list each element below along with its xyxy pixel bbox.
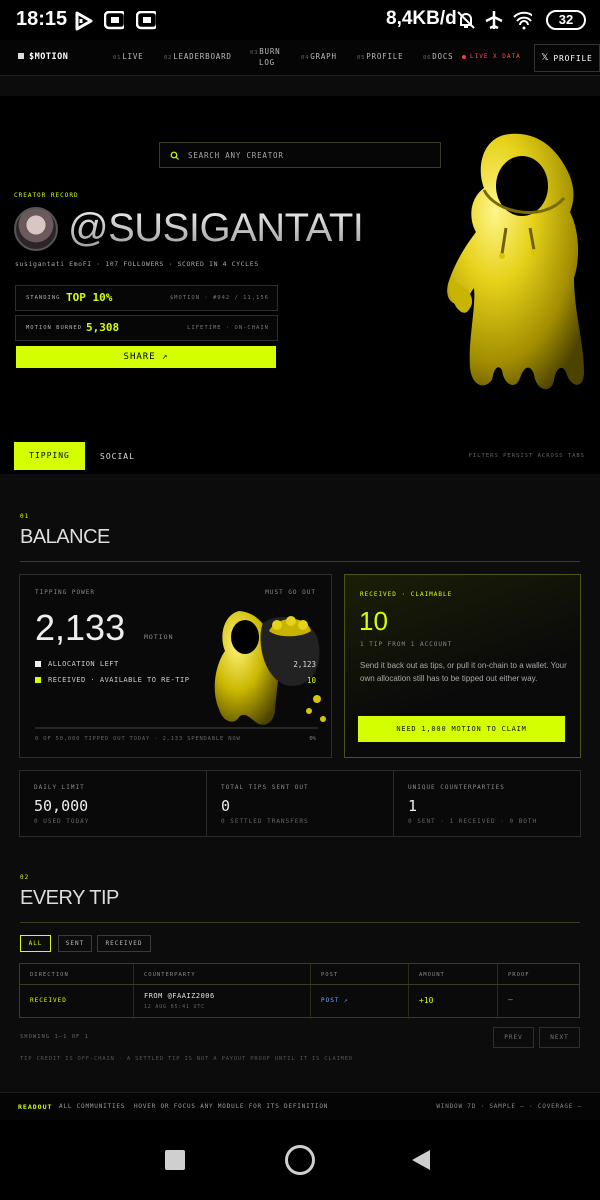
filter-sent[interactable]: SENT [58,935,92,952]
battery-indicator: 32 [546,10,586,30]
received-value: 10 [306,676,316,685]
brand-logo-icon [18,53,24,59]
claimable-value: 10 [359,606,388,636]
profile-button[interactable]: 𝕏 PROFILE [534,44,600,72]
youtube-icon-2 [136,11,156,30]
live-dot-icon [462,55,466,59]
creator-handle: @SUSIGANTATI [68,206,364,250]
pagination-summary: SHOWING 1–1 OF 1 [20,1034,89,1040]
network-speed: 8,4KB/d [386,8,457,29]
received-legend-swatch [35,677,41,683]
nav-item-leaderboard[interactable]: 02LEADERBOARD [164,52,232,61]
balance-title: BALANCE [20,526,110,548]
share-button[interactable]: SHARE ↗ [16,346,276,368]
airplane-icon [485,11,503,30]
hooded-mascot-illustration [447,133,584,390]
claim-button[interactable]: NEED 1,000 MOTION TO CLAIM [358,716,565,742]
live-data-label: LIVE X DATA [470,53,521,60]
tab-social[interactable]: SOCIAL [100,452,135,461]
balance-section-number: 01 [20,513,30,520]
nav-item-live[interactable]: 01LIVE [113,52,144,61]
claim-description: Send it back out as tips, or pull it on-… [360,661,567,683]
creator-search[interactable]: SEARCH ANY CREATOR [159,142,441,168]
creator-record-label: CREATOR RECORD [14,192,79,199]
search-input[interactable]: SEARCH ANY CREATOR [188,151,284,160]
top-nav: $MOTION 01LIVE 02LEADERBOARD 03BURN LOG 0… [0,40,600,76]
allocation-value: 2,123 [293,660,316,669]
nav-item-burn-log[interactable]: 03BURN LOG [250,47,281,67]
burned-row: MOTION BURNED 5,308 LIFETIME · ON-CHAIN [15,315,278,341]
clock: 18:15 [16,8,68,30]
tabs-note: FILTERS PERSIST ACROSS TABS [468,453,585,459]
next-button[interactable]: NEXT [539,1027,580,1048]
nav-item-graph[interactable]: 04GRAPH [301,52,337,61]
tips-disclaimer: TIP CREDIT IS OFF-CHAIN · A SETTLED TIP … [20,1056,354,1062]
nav-item-profile[interactable]: 05PROFILE [357,52,403,61]
tab-tipping[interactable]: TIPPING [14,442,85,470]
tipped-progress-track [35,727,318,729]
bell-muted-icon [457,11,475,29]
burned-value: 5,308 [86,321,120,334]
metric-daily-limit: DAILY LIMIT 50,000 0 USED TODAY [19,770,207,837]
tips-section-number: 02 [20,874,30,881]
avatar [14,207,58,251]
search-icon [170,151,179,160]
android-nav-bar [0,1120,600,1200]
table-row[interactable]: RECEIVED FROM @FAAIZ2006 12 AUG 05:41 UT… [20,985,579,1017]
tips-title: EVERY TIP [20,887,119,909]
wifi-icon [513,11,532,30]
tipping-power-value: 2,133 [35,607,126,648]
divider [20,922,580,923]
back-button[interactable] [410,1148,432,1172]
recents-button[interactable] [165,1150,185,1170]
post-link[interactable]: POST ↗ [321,997,349,1004]
x-logo-icon: 𝕏 [541,53,550,63]
metric-counterparties: UNIQUE COUNTERPARTIES 1 0 SENT · 1 RECEI… [393,770,581,837]
filter-received[interactable]: RECEIVED [97,935,151,952]
play-app-icon [75,11,93,31]
readout-bar: READOUT ALL COMMUNITIES HOVER OR FOCUS A… [0,1092,600,1120]
status-bar: 18:15 8,4KB/d 32 [0,0,600,40]
hero-band [0,76,600,96]
filter-all[interactable]: ALL [20,935,51,952]
brand-name[interactable]: $MOTION [29,52,68,62]
creator-meta: susigantati EmoFI · 107 FOLLOWERS · SCOR… [15,260,259,268]
youtube-icon [104,11,124,30]
standing-row: STANDING TOP 10% $MOTION · #942 / 11,156 [15,285,278,311]
standing-value: TOP 10% [66,291,113,304]
divider [20,561,580,562]
metric-total-tips: TOTAL TIPS SENT OUT 0 0 SETTLED TRANSFER… [206,770,394,837]
prev-button[interactable]: PREV [493,1027,534,1048]
tips-table: DIRECTION COUNTERPARTY POST AMOUNT PROOF… [19,963,580,1019]
nav-item-docs[interactable]: 06DOCS [423,52,454,61]
tipping-power-panel: TIPPING POWER MUST GO OUT 2,133 MOTION A… [19,574,332,758]
home-button[interactable] [285,1145,315,1175]
allocation-legend-swatch [35,661,41,667]
